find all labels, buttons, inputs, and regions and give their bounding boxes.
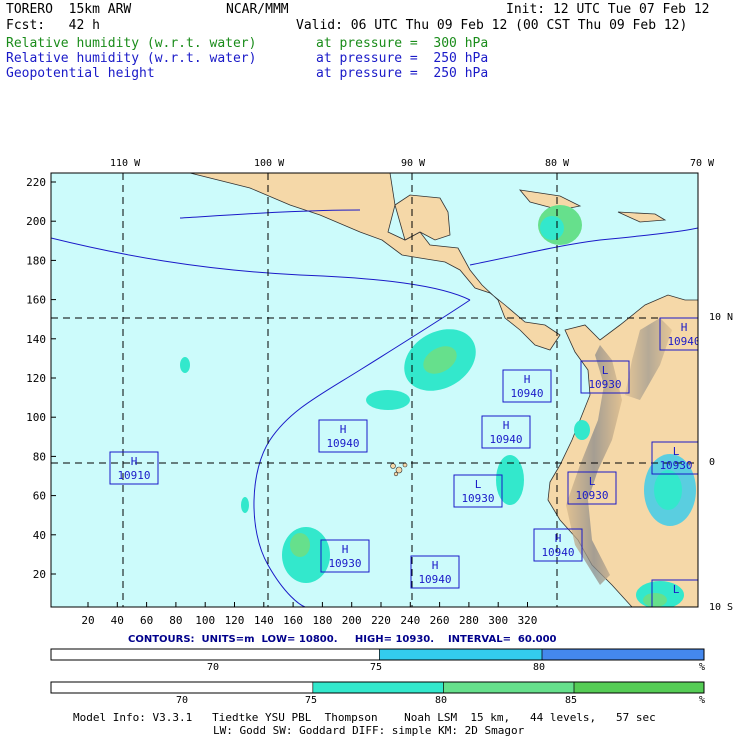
y-tick-label: 160: [26, 294, 46, 307]
colorbar-segment: [443, 681, 575, 694]
pressure-center-value: 10940: [326, 437, 359, 450]
y-tick-label: 180: [26, 254, 46, 267]
y-tick-label: 60: [33, 490, 46, 503]
x-tick-label: 180: [312, 614, 332, 625]
cb1-label-80: 80: [533, 662, 546, 673]
lon-label-70w: 70 W: [690, 158, 715, 169]
pressure-center-value: 10930: [328, 557, 361, 570]
x-tick-label: 140: [254, 614, 274, 625]
pressure-center-type: H: [131, 455, 138, 468]
pressure-center-type: L: [475, 478, 482, 491]
x-tick-label: 260: [430, 614, 450, 625]
pressure-center-value: 10910: [117, 469, 150, 482]
weather-map[interactable]: H10940L10930H10940H10940H10910L10930L109…: [0, 0, 740, 625]
y-tick-label: 140: [26, 333, 46, 346]
physics-info: LW: Godd SW: Goddard DIFF: simple KM: 2D…: [213, 724, 525, 737]
pressure-center-type: L: [602, 364, 609, 377]
pressure-center-type: L: [673, 583, 680, 596]
colorbar-segment: [573, 681, 705, 694]
cb1-label-pct: %: [699, 662, 706, 673]
y-tick-label: 20: [33, 568, 46, 581]
pressure-center-type: L: [589, 475, 596, 488]
cb2-label-85: 85: [565, 695, 578, 706]
lat-label-10s: 10 S: [709, 602, 734, 613]
x-tick-label: 100: [195, 614, 215, 625]
pressure-center-value: 10930: [588, 378, 621, 391]
pressure-center-value: 10940: [418, 573, 451, 586]
x-tick-label: 120: [225, 614, 245, 625]
pressure-center-type: H: [555, 532, 562, 545]
x-tick-label: 60: [140, 614, 153, 625]
y-tick-label: 40: [33, 529, 46, 542]
lon-label-110w: 110 W: [110, 158, 141, 169]
pressure-center-value: 10930: [659, 459, 692, 472]
lat-label-10n: 10 N: [709, 312, 734, 323]
x-tick-label: 200: [342, 614, 362, 625]
y-tick-label: 120: [26, 372, 46, 385]
colorbar-segment: [50, 681, 314, 694]
pressure-center-type: H: [503, 419, 510, 432]
pressure-center-value: 10940: [489, 433, 522, 446]
cb1-label-75: 75: [370, 662, 383, 673]
pressure-center-type: H: [342, 543, 349, 556]
x-tick-label: 40: [111, 614, 124, 625]
x-tick-label: 320: [518, 614, 538, 625]
colorbar-segment: [541, 648, 705, 661]
pressure-center-type: H: [524, 373, 531, 386]
cb2-label-pct: %: [699, 695, 706, 706]
lat-label-0: 0: [709, 457, 716, 468]
pressure-center-value: 10930: [575, 489, 608, 502]
contour-info: CONTOURS: UNITS=m LOW= 10800. HIGH= 1093…: [128, 634, 557, 645]
cb2-label-75: 75: [305, 695, 318, 706]
pressure-center-type: L: [673, 445, 680, 458]
model-info: Model Info: V3.3.1 Tiedtke YSU PBL Thomp…: [73, 711, 656, 724]
x-tick-label: 80: [169, 614, 182, 625]
x-tick-label: 160: [283, 614, 303, 625]
pressure-center-type: H: [432, 559, 439, 572]
pressure-center-value: 10940: [541, 546, 574, 559]
land-yucatan: [394, 194, 451, 241]
lon-label-80w: 80 W: [545, 158, 570, 169]
cb2-label-70: 70: [176, 695, 189, 706]
cb1-label-70: 70: [207, 662, 220, 673]
x-tick-label: 240: [400, 614, 420, 625]
cb2-label-80: 80: [435, 695, 448, 706]
colorbar-segment: [50, 648, 380, 661]
lon-label-100w: 100 W: [254, 158, 285, 169]
x-tick-label: 20: [81, 614, 94, 625]
x-tick-label: 220: [371, 614, 391, 625]
y-tick-label: 200: [26, 215, 46, 228]
y-tick-label: 220: [26, 176, 46, 189]
pressure-center-value: 10940: [667, 335, 700, 348]
y-tick-label: 80: [33, 450, 46, 463]
pressure-center-value: 10940: [510, 387, 543, 400]
pressure-center-type: H: [681, 321, 688, 334]
pressure-center-value: 10930: [461, 492, 494, 505]
x-tick-label: 300: [488, 614, 508, 625]
y-tick-label: 100: [26, 411, 46, 424]
colorbar-segment: [312, 681, 444, 694]
lon-label-90w: 90 W: [401, 158, 426, 169]
pressure-center-type: H: [340, 423, 347, 436]
colorbar-segment: [379, 648, 543, 661]
x-tick-label: 280: [459, 614, 479, 625]
